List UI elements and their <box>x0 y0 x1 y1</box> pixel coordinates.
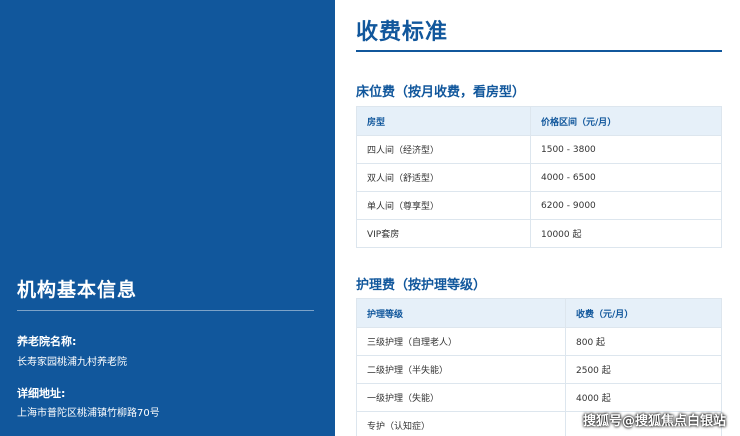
table-row: 三级护理（自理老人） 800 起 <box>356 327 722 356</box>
table-row: 二级护理（半失能） 2500 起 <box>356 355 722 384</box>
table-header-row: 房型 价格区间（元/月） <box>356 106 722 136</box>
watermark-text: 搜狐号@搜狐焦点白银站 <box>582 414 726 429</box>
cell-care-fee: 4000 起 <box>565 383 722 412</box>
facility-name-value: 长寿家园桃浦九村养老院 <box>17 357 127 368</box>
cell-room-type: 单人间（尊享型） <box>356 191 531 220</box>
bed-fee-section-title: 床位费（按月收费，看房型） <box>356 85 526 100</box>
cell-room-type: 四人间（经济型） <box>356 135 531 164</box>
cell-price: 1500 - 3800 <box>530 135 722 164</box>
header-care-fee: 收费（元/月） <box>565 298 722 328</box>
cell-room-type: VIP套房 <box>356 219 531 248</box>
cell-care-level: 三级护理（自理老人） <box>356 327 566 356</box>
header-room-type: 房型 <box>356 106 531 136</box>
table-row: VIP套房 10000 起 <box>356 219 722 248</box>
table-header-row: 护理等级 收费（元/月） <box>356 298 722 328</box>
cell-care-fee: 2500 起 <box>565 355 722 384</box>
cell-price: 10000 起 <box>530 219 722 248</box>
sidebar-divider <box>17 310 314 311</box>
table-row: 四人间（经济型） 1500 - 3800 <box>356 135 722 164</box>
table-row: 单人间（尊享型） 6200 - 9000 <box>356 191 722 220</box>
facility-name-label: 养老院名称: <box>17 335 77 348</box>
table-row: 一级护理（失能） 4000 起 <box>356 383 722 412</box>
table-row: 双人间（舒适型） 4000 - 6500 <box>356 163 722 192</box>
header-care-level: 护理等级 <box>356 298 566 328</box>
cell-care-level: 二级护理（半失能） <box>356 355 566 384</box>
cell-care-level: 专护（认知症） <box>356 411 566 436</box>
address-value: 上海市普陀区桃浦镇竹柳路70号 <box>17 408 160 419</box>
title-underline <box>356 50 722 52</box>
sidebar-title: 机构基本信息 <box>17 279 138 301</box>
care-fee-section-title: 护理费（按护理等级） <box>356 278 487 293</box>
bed-fee-table: 房型 价格区间（元/月） 四人间（经济型） 1500 - 3800 双人间（舒适… <box>356 106 722 248</box>
cell-price: 4000 - 6500 <box>530 163 722 192</box>
cell-care-level: 一级护理（失能） <box>356 383 566 412</box>
fee-content: 收费标准 床位费（按月收费，看房型） 房型 价格区间（元/月） 四人间（经济型）… <box>356 0 722 436</box>
address-label: 详细地址: <box>17 387 66 400</box>
cell-room-type: 双人间（舒适型） <box>356 163 531 192</box>
page-title: 收费标准 <box>356 20 449 45</box>
cell-care-fee: 800 起 <box>565 327 722 356</box>
cell-price: 6200 - 9000 <box>530 191 722 220</box>
header-price-range: 价格区间（元/月） <box>530 106 722 136</box>
info-sidebar: 机构基本信息 养老院名称: 长寿家园桃浦九村养老院 详细地址: 上海市普陀区桃浦… <box>0 0 335 436</box>
